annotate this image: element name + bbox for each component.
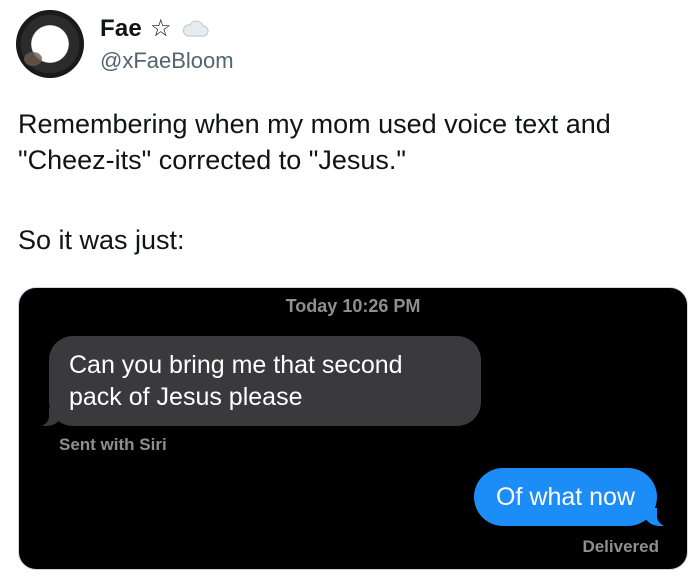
avatar[interactable]: [16, 10, 84, 78]
tweet-text: Remembering when my mom used voice text …: [18, 106, 688, 258]
star-icon: ☆: [149, 15, 172, 42]
tweet-line: "Cheez-its" corrected to "Jesus.": [18, 145, 406, 175]
incoming-message-bubble: Can you bring me that second pack of Jes…: [37, 336, 481, 426]
tweet-line: Remembering when my mom used voice text …: [18, 109, 611, 139]
sent-with-siri-label: Sent with Siri: [59, 435, 167, 454]
user-handle[interactable]: @xFaeBloom: [100, 48, 234, 74]
tweet-header: Fae ☆ @xFaeBloom: [100, 14, 234, 74]
delivered-status: Delivered: [582, 537, 659, 556]
name-row: Fae ☆: [100, 14, 234, 44]
attached-image[interactable]: Today 10:26 PM Can you bring me that sec…: [18, 287, 688, 570]
outgoing-message-bubble: Of what now: [474, 468, 669, 526]
message-timestamp: Today 10:26 PM: [285, 296, 421, 316]
tweet-line: So it was just:: [18, 225, 185, 255]
display-name[interactable]: Fae: [100, 15, 142, 43]
cloud-icon: [183, 20, 210, 37]
